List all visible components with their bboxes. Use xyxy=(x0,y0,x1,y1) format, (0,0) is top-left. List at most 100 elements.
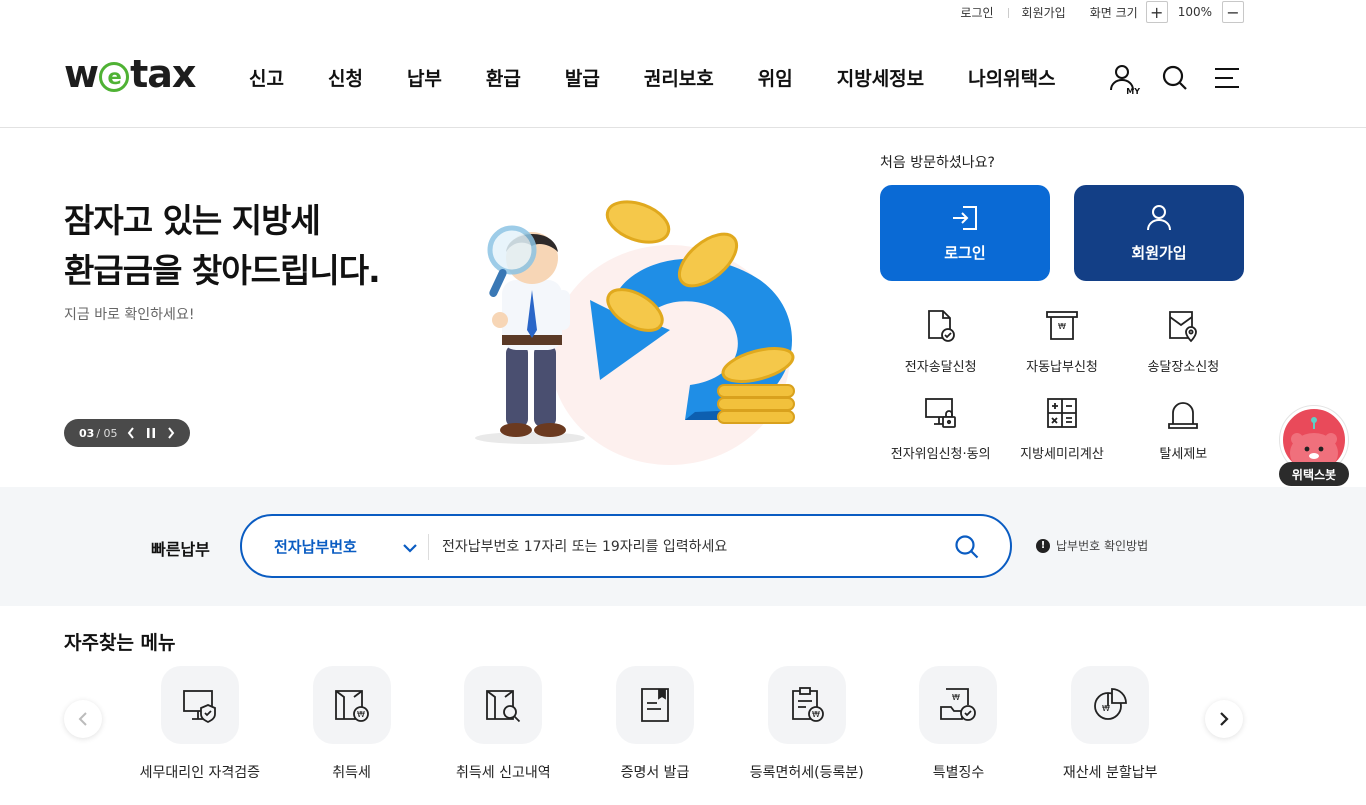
tray-check-icon: ₩ xyxy=(919,666,998,744)
search-icon xyxy=(1162,65,1187,90)
nav-item-my-wetax[interactable]: 나의위택스 xyxy=(968,64,1055,91)
chevron-down-icon[interactable] xyxy=(402,538,418,557)
slide-prev-button[interactable] xyxy=(124,426,138,440)
logo-w: w xyxy=(64,52,99,96)
service-tax-evasion-report[interactable]: 탈세제보 xyxy=(1123,393,1244,462)
frequent-item-label: 재산세 분할납부 xyxy=(1062,765,1158,781)
header: w e tax 신고 신청 납부 환급 발급 권리보호 위임 지방세정보 나의위택스… xyxy=(0,28,1366,128)
slide-next-button[interactable] xyxy=(164,426,178,440)
quick-pay-box: 전자납부번호 xyxy=(240,514,1012,578)
chatbot-label: 위택스봇 xyxy=(1279,462,1349,486)
first-visit-text: 처음 방문하셨나요? xyxy=(880,155,995,171)
refund-illustration xyxy=(475,200,795,465)
chevron-right-icon xyxy=(167,427,174,439)
certificate-icon xyxy=(616,666,695,744)
service-label: 전자위임신청·동의 xyxy=(890,447,991,462)
utility-bar: 로그인 회원가입 화면 크기 + 100% − xyxy=(946,0,1244,24)
calculator-icon xyxy=(1042,393,1082,433)
logo-tax: tax xyxy=(130,52,196,96)
document-check-icon xyxy=(921,306,961,346)
frequent-item-acquisition-history[interactable]: 취득세 신고내역 xyxy=(427,666,579,782)
hero-title-line2: 환급금을 찾아드립니다. xyxy=(64,251,381,290)
zoom-label: 화면 크기 xyxy=(1089,5,1138,20)
svg-text:₩: ₩ xyxy=(1102,704,1110,713)
nav-item-local-tax-info[interactable]: 지방세정보 xyxy=(837,64,924,91)
slide-pager: 03 / 05 xyxy=(64,419,190,447)
nav-item-rights[interactable]: 권리보호 xyxy=(644,64,714,91)
my-page-button[interactable]: MY xyxy=(1108,62,1140,96)
login-icon xyxy=(953,205,977,230)
hero-title-line1: 잠자고 있는 지방세 xyxy=(64,201,321,240)
frequent-item-label: 증명서 발급 xyxy=(620,765,690,781)
service-e-delivery[interactable]: 전자송달신청 xyxy=(880,306,1001,375)
service-e-delegation[interactable]: 전자위임신청·동의 xyxy=(880,393,1001,462)
service-label: 자동납부신청 xyxy=(1026,360,1098,375)
payment-number-input[interactable] xyxy=(442,530,942,564)
user-icon xyxy=(1147,204,1171,230)
service-tax-calculator[interactable]: 지방세미리계산 xyxy=(1001,393,1122,462)
frequent-item-registration-tax[interactable]: ₩ 등록면허세(등록분) xyxy=(731,666,883,782)
util-login-link[interactable]: 로그인 xyxy=(946,4,1007,21)
chevron-left-icon xyxy=(78,712,87,726)
header-icons: MY xyxy=(1108,62,1242,96)
frequent-item-property-installment[interactable]: ₩ 재산세 분할납부 xyxy=(1034,666,1186,782)
search-button[interactable] xyxy=(1160,62,1190,94)
service-grid: 전자송달신청 ₩ 자동납부신청 송달장소신청 전자위임신청·동의 지방세미리계산… xyxy=(880,306,1244,462)
service-delivery-location[interactable]: 송달장소신청 xyxy=(1123,306,1244,375)
logo-e: e xyxy=(99,62,130,92)
building-search-icon xyxy=(464,666,543,744)
location-document-icon xyxy=(1163,306,1203,346)
svg-text:₩: ₩ xyxy=(357,710,365,719)
svg-text:₩: ₩ xyxy=(952,693,960,702)
service-auto-pay[interactable]: ₩ 자동납부신청 xyxy=(1001,306,1122,375)
main-nav: 신고 신청 납부 환급 발급 권리보호 위임 지방세정보 나의위택스 xyxy=(249,64,1056,91)
frequent-item-label: 세무대리인 자격검증 xyxy=(139,765,261,781)
signup-button-label: 회원가입 xyxy=(1131,243,1187,262)
hero-subtitle: 지금 바로 확인하세요! xyxy=(64,307,195,323)
pause-icon xyxy=(146,428,155,438)
nav-item-payment[interactable]: 납부 xyxy=(407,64,442,91)
login-button[interactable]: 로그인 xyxy=(880,185,1050,281)
frequent-menu-list: 세무대리인 자격검증 ₩ 취득세 취득세 신고내역 증명서 발급 ₩ 등록면허세… xyxy=(124,666,1186,782)
payment-type-select[interactable]: 전자납부번호 xyxy=(274,536,357,557)
zoom-out-button[interactable]: − xyxy=(1222,1,1244,23)
quick-pay-label: 빠른납부 xyxy=(151,540,210,559)
frequent-item-agent-verify[interactable]: 세무대리인 자격검증 xyxy=(124,666,276,782)
nav-item-apply[interactable]: 신청 xyxy=(328,64,363,91)
clipboard-won-icon: ₩ xyxy=(767,666,846,744)
payment-number-help-link[interactable]: ! 납부번호 확인방법 xyxy=(1036,537,1148,554)
search-icon[interactable] xyxy=(954,534,980,564)
nav-item-delegation[interactable]: 위임 xyxy=(758,64,793,91)
frequent-item-certificate[interactable]: 증명서 발급 xyxy=(579,666,731,782)
chevron-right-icon xyxy=(1220,712,1229,726)
monitor-lock-icon xyxy=(921,393,961,433)
util-signup-link[interactable]: 회원가입 xyxy=(1007,4,1080,21)
nav-item-refund[interactable]: 환급 xyxy=(486,64,521,91)
frequent-prev-button[interactable] xyxy=(64,700,102,738)
frequent-item-label: 취득세 xyxy=(332,765,371,781)
signup-button[interactable]: 회원가입 xyxy=(1074,185,1244,281)
frequent-item-label: 취득세 신고내역 xyxy=(455,765,551,781)
nav-item-report[interactable]: 신고 xyxy=(249,64,284,91)
slide-separator: / xyxy=(96,426,101,440)
frequent-item-label: 특별징수 xyxy=(932,765,985,781)
exclamation-icon: ! xyxy=(1036,538,1050,553)
pie-chart-won-icon: ₩ xyxy=(1071,666,1150,744)
frequent-item-label: 등록면허세(등록분) xyxy=(749,765,864,781)
nav-item-issue[interactable]: 발급 xyxy=(565,64,600,91)
divider xyxy=(428,534,429,560)
menu-button[interactable] xyxy=(1212,62,1242,94)
slide-pause-button[interactable] xyxy=(144,426,158,440)
slide-total: 05 xyxy=(103,426,118,440)
help-text: 납부번호 확인방법 xyxy=(1056,539,1149,553)
chatbot-button[interactable]: 위택스봇 xyxy=(1279,406,1349,488)
zoom-in-button[interactable]: + xyxy=(1145,1,1168,23)
frequent-item-acquisition-tax[interactable]: ₩ 취득세 xyxy=(276,666,428,782)
chevron-left-icon xyxy=(127,427,134,439)
frequent-next-button[interactable] xyxy=(1205,700,1243,738)
siren-icon xyxy=(1163,393,1203,433)
wetax-logo[interactable]: w e tax xyxy=(64,52,196,96)
frequent-item-special-collection[interactable]: ₩ 특별징수 xyxy=(883,666,1035,782)
my-label: MY xyxy=(1126,87,1140,96)
hamburger-icon xyxy=(1215,68,1239,88)
